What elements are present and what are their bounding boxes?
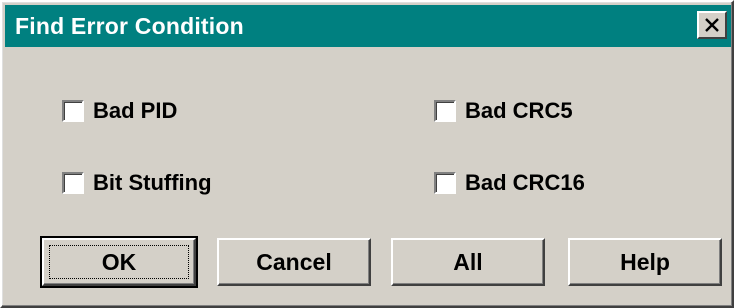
bit-stuffing-checkbox-box[interactable] xyxy=(62,172,84,194)
all-button-label: All xyxy=(453,248,483,275)
close-button[interactable] xyxy=(697,11,727,39)
bad-crc5-label: Bad CRC5 xyxy=(465,98,573,123)
bit-stuffing-checkbox[interactable]: Bit Stuffing xyxy=(62,170,212,196)
find-error-condition-dialog: Find Error Condition Bad PID Bad CRC5 Bi… xyxy=(0,0,734,308)
ok-button[interactable]: OK xyxy=(40,236,198,288)
window-title: Find Error Condition xyxy=(15,12,244,39)
close-icon xyxy=(704,18,720,32)
cancel-button[interactable]: Cancel xyxy=(217,238,371,286)
bad-pid-label: Bad PID xyxy=(93,98,178,123)
bad-crc16-checkbox[interactable]: Bad CRC16 xyxy=(434,170,585,196)
bad-pid-checkbox-box[interactable] xyxy=(62,100,84,122)
bad-crc5-checkbox[interactable]: Bad CRC5 xyxy=(434,98,573,124)
bad-crc16-checkbox-box[interactable] xyxy=(434,172,456,194)
bad-crc16-label: Bad CRC16 xyxy=(465,170,585,195)
help-button[interactable]: Help xyxy=(568,238,722,286)
help-button-label: Help xyxy=(620,248,670,275)
ok-button-label: OK xyxy=(101,248,137,275)
bad-pid-checkbox[interactable]: Bad PID xyxy=(62,98,177,124)
bit-stuffing-label: Bit Stuffing xyxy=(93,170,212,195)
all-button[interactable]: All xyxy=(391,238,545,286)
cancel-button-label: Cancel xyxy=(256,248,332,275)
title-bar[interactable]: Find Error Condition xyxy=(5,5,731,47)
bad-crc5-checkbox-box[interactable] xyxy=(434,100,456,122)
